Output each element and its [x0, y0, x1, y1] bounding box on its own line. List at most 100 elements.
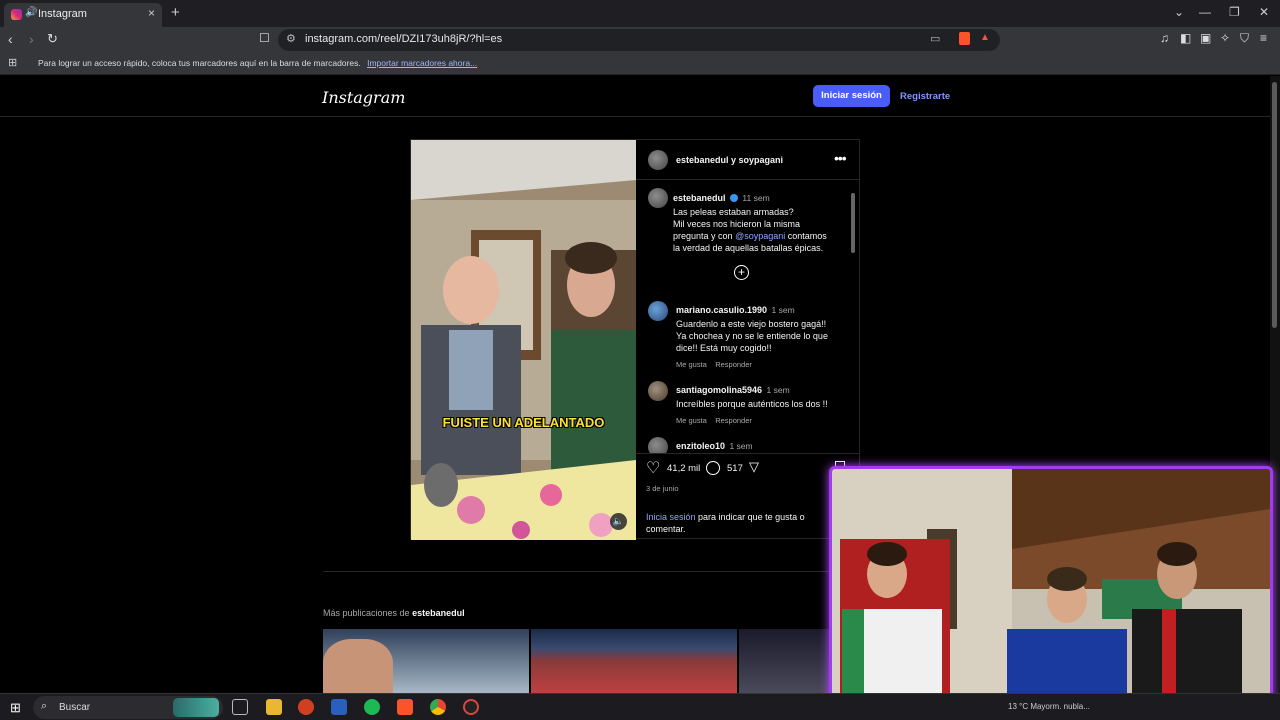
weather-text[interactable]: 13 °C Mayorm. nubla... [1008, 702, 1090, 711]
close-window-icon[interactable]: ✕ [1259, 5, 1269, 19]
mention-link[interactable]: @soypagani [735, 231, 785, 241]
comment-line: Ya chochea y no se le entiende lo que [676, 331, 828, 341]
taskbar: ⊞ ⌕ Buscar 13 °C Mayorm. nubla... [0, 693, 1280, 720]
heart-icon[interactable]: ♡ [646, 458, 660, 478]
file-explorer-icon[interactable] [266, 699, 282, 715]
music-icon[interactable]: ♫ [1160, 31, 1169, 45]
comment-username[interactable]: enzitoleo10 [676, 441, 725, 451]
login-button[interactable]: Iniciar sesión [813, 85, 890, 107]
mute-icon[interactable]: 🔈 [610, 513, 627, 530]
caption-block: estebanedul 11 sem Las peleas estaban ar… [673, 188, 848, 254]
instagram-header: Instagram Iniciar sesión Registrarte [0, 76, 1270, 117]
menu-icon[interactable]: ≡ [1260, 31, 1267, 45]
post-thumbnail[interactable] [323, 629, 529, 693]
word-icon[interactable] [331, 699, 347, 715]
post-actions: ♡ 41,2 mil 517 ▽ 3 de junio Inicia sesió… [636, 453, 860, 540]
comment-icon[interactable] [706, 461, 720, 475]
avatar[interactable] [648, 301, 668, 321]
address-bar[interactable]: ⚙ instagram.com/reel/DZI173uh8jR/?hl=es … [278, 29, 1000, 51]
comment-time: 1 sem [729, 441, 753, 451]
leo-icon[interactable]: ✧ [1220, 31, 1230, 45]
more-icon[interactable]: ••• [834, 150, 847, 166]
restore-icon[interactable]: ❐ [1229, 5, 1240, 19]
speaker-icon[interactable]: 🔊 [25, 7, 37, 18]
like-comment-button[interactable]: Me gusta [676, 360, 707, 369]
list-item: mariano.casulio.1990 1 sem Guardenlo a e… [676, 300, 848, 369]
more-posts-user[interactable]: estebanedul [412, 608, 465, 618]
import-bookmarks-link[interactable]: Importar marcadores ahora... [367, 58, 477, 68]
bookmarks-bar: ⊞ Para lograr un acceso rápido, coloca t… [0, 53, 1280, 75]
reel-post: FUISTE UN ADELANTADO 🔈 estebanedul y soy… [410, 139, 860, 540]
windows-icon[interactable]: ⊞ [10, 700, 21, 716]
video-frame [411, 140, 636, 540]
comment-line: Increíbles porque auténticos los dos !! [676, 399, 828, 409]
tab-title: Instagram [38, 8, 87, 20]
reply-button[interactable]: Responder [715, 416, 752, 425]
more-posts-text: Más publicaciones de [323, 608, 410, 618]
avatar[interactable] [648, 381, 668, 401]
caption-line: Mil veces nos hicieron la misma [673, 219, 801, 229]
brave-icon[interactable] [397, 699, 413, 715]
divider [323, 571, 860, 572]
reply-button[interactable]: Responder [715, 360, 752, 369]
comments-panel: estebanedul 11 sem Las peleas estaban ar… [636, 181, 860, 453]
reload-icon[interactable]: ↻ [47, 31, 58, 47]
post-thumbnail[interactable] [739, 629, 829, 693]
sidebar-icon[interactable]: ◧ [1180, 31, 1191, 45]
spotify-icon[interactable] [364, 699, 380, 715]
bookmarks-hint: Para lograr un acceso rápido, coloca tus… [38, 58, 361, 68]
caption-line: Las peleas estaban armadas? [673, 207, 794, 217]
webcam-frame [832, 469, 1270, 706]
close-tab-icon[interactable]: × [148, 6, 155, 20]
bookmark-icon[interactable]: ☐ [259, 31, 270, 45]
cast-icon[interactable]: ▭ [930, 32, 940, 45]
reel-video[interactable]: FUISTE UN ADELANTADO 🔈 [411, 140, 636, 540]
post-date: 3 de junio [646, 484, 679, 493]
comment-time: 1 sem [771, 305, 795, 315]
forward-icon[interactable]: › [29, 31, 34, 47]
tab-instagram[interactable]: 🔊 Instagram × [4, 3, 162, 27]
post-thumbnail[interactable] [531, 629, 737, 693]
minimize-icon[interactable]: — [1199, 5, 1211, 19]
share-icon[interactable]: ▽ [749, 459, 759, 475]
add-circle-icon[interactable]: + [734, 265, 749, 280]
vpn-icon[interactable]: ⛉ [1240, 31, 1249, 46]
list-item: santiagomolina5946 1 sem Increíbles porq… [676, 380, 848, 425]
taskbar-search[interactable]: ⌕ Buscar [33, 696, 223, 719]
caption-time: 11 sem [742, 193, 770, 203]
video-caption: FUISTE UN ADELANTADO [442, 415, 605, 430]
avatar[interactable] [648, 437, 668, 453]
login-prompt-link[interactable]: Inicia sesión [646, 512, 696, 522]
comments-scrollbar[interactable] [850, 183, 857, 451]
rewards-icon[interactable]: ▲ [980, 32, 990, 43]
back-icon[interactable]: ‹ [8, 31, 13, 47]
signup-link[interactable]: Registrarte [900, 91, 950, 102]
site-info-icon[interactable]: ⚙ [286, 32, 296, 45]
search-icon: ⌕ [41, 700, 48, 712]
instagram-logo[interactable]: Instagram [322, 88, 405, 107]
caption-username[interactable]: estebanedul [673, 193, 726, 203]
task-view-icon[interactable] [232, 699, 248, 715]
url-text: instagram.com/reel/DZI173uh8jR/?hl=es [305, 33, 503, 45]
app-icon[interactable] [298, 699, 314, 715]
navigation-bar: ‹ › ↻ ☐ ⚙ instagram.com/reel/DZI173uh8jR… [0, 27, 1280, 53]
login-prompt: Inicia sesión para indicar que te gusta … [646, 511, 846, 535]
like-comment-button[interactable]: Me gusta [676, 416, 707, 425]
tab-bar: 🔊 Instagram × + ⌄ — ❐ ✕ [0, 0, 1280, 27]
post-authors[interactable]: estebanedul y soypagani [676, 155, 783, 165]
apps-icon[interactable]: ⊞ [8, 56, 17, 69]
tab-list-icon[interactable]: ⌄ [1174, 5, 1184, 19]
comment-username[interactable]: mariano.casulio.1990 [676, 305, 767, 315]
wallet-icon[interactable]: ▣ [1200, 31, 1211, 45]
login-prompt-text: para indicar que te gusta o [698, 512, 805, 522]
verified-icon [729, 194, 738, 202]
search-highlight-image [173, 698, 219, 717]
avatar[interactable] [648, 188, 668, 208]
avatar[interactable] [648, 150, 668, 170]
brave-shield-icon[interactable] [959, 32, 970, 45]
chrome-icon[interactable] [430, 699, 446, 715]
obs-icon[interactable] [463, 699, 479, 715]
new-tab-button[interactable]: + [171, 4, 180, 21]
list-item: enzitoleo10 1 sem [676, 436, 848, 453]
comment-username[interactable]: santiagomolina5946 [676, 385, 762, 395]
